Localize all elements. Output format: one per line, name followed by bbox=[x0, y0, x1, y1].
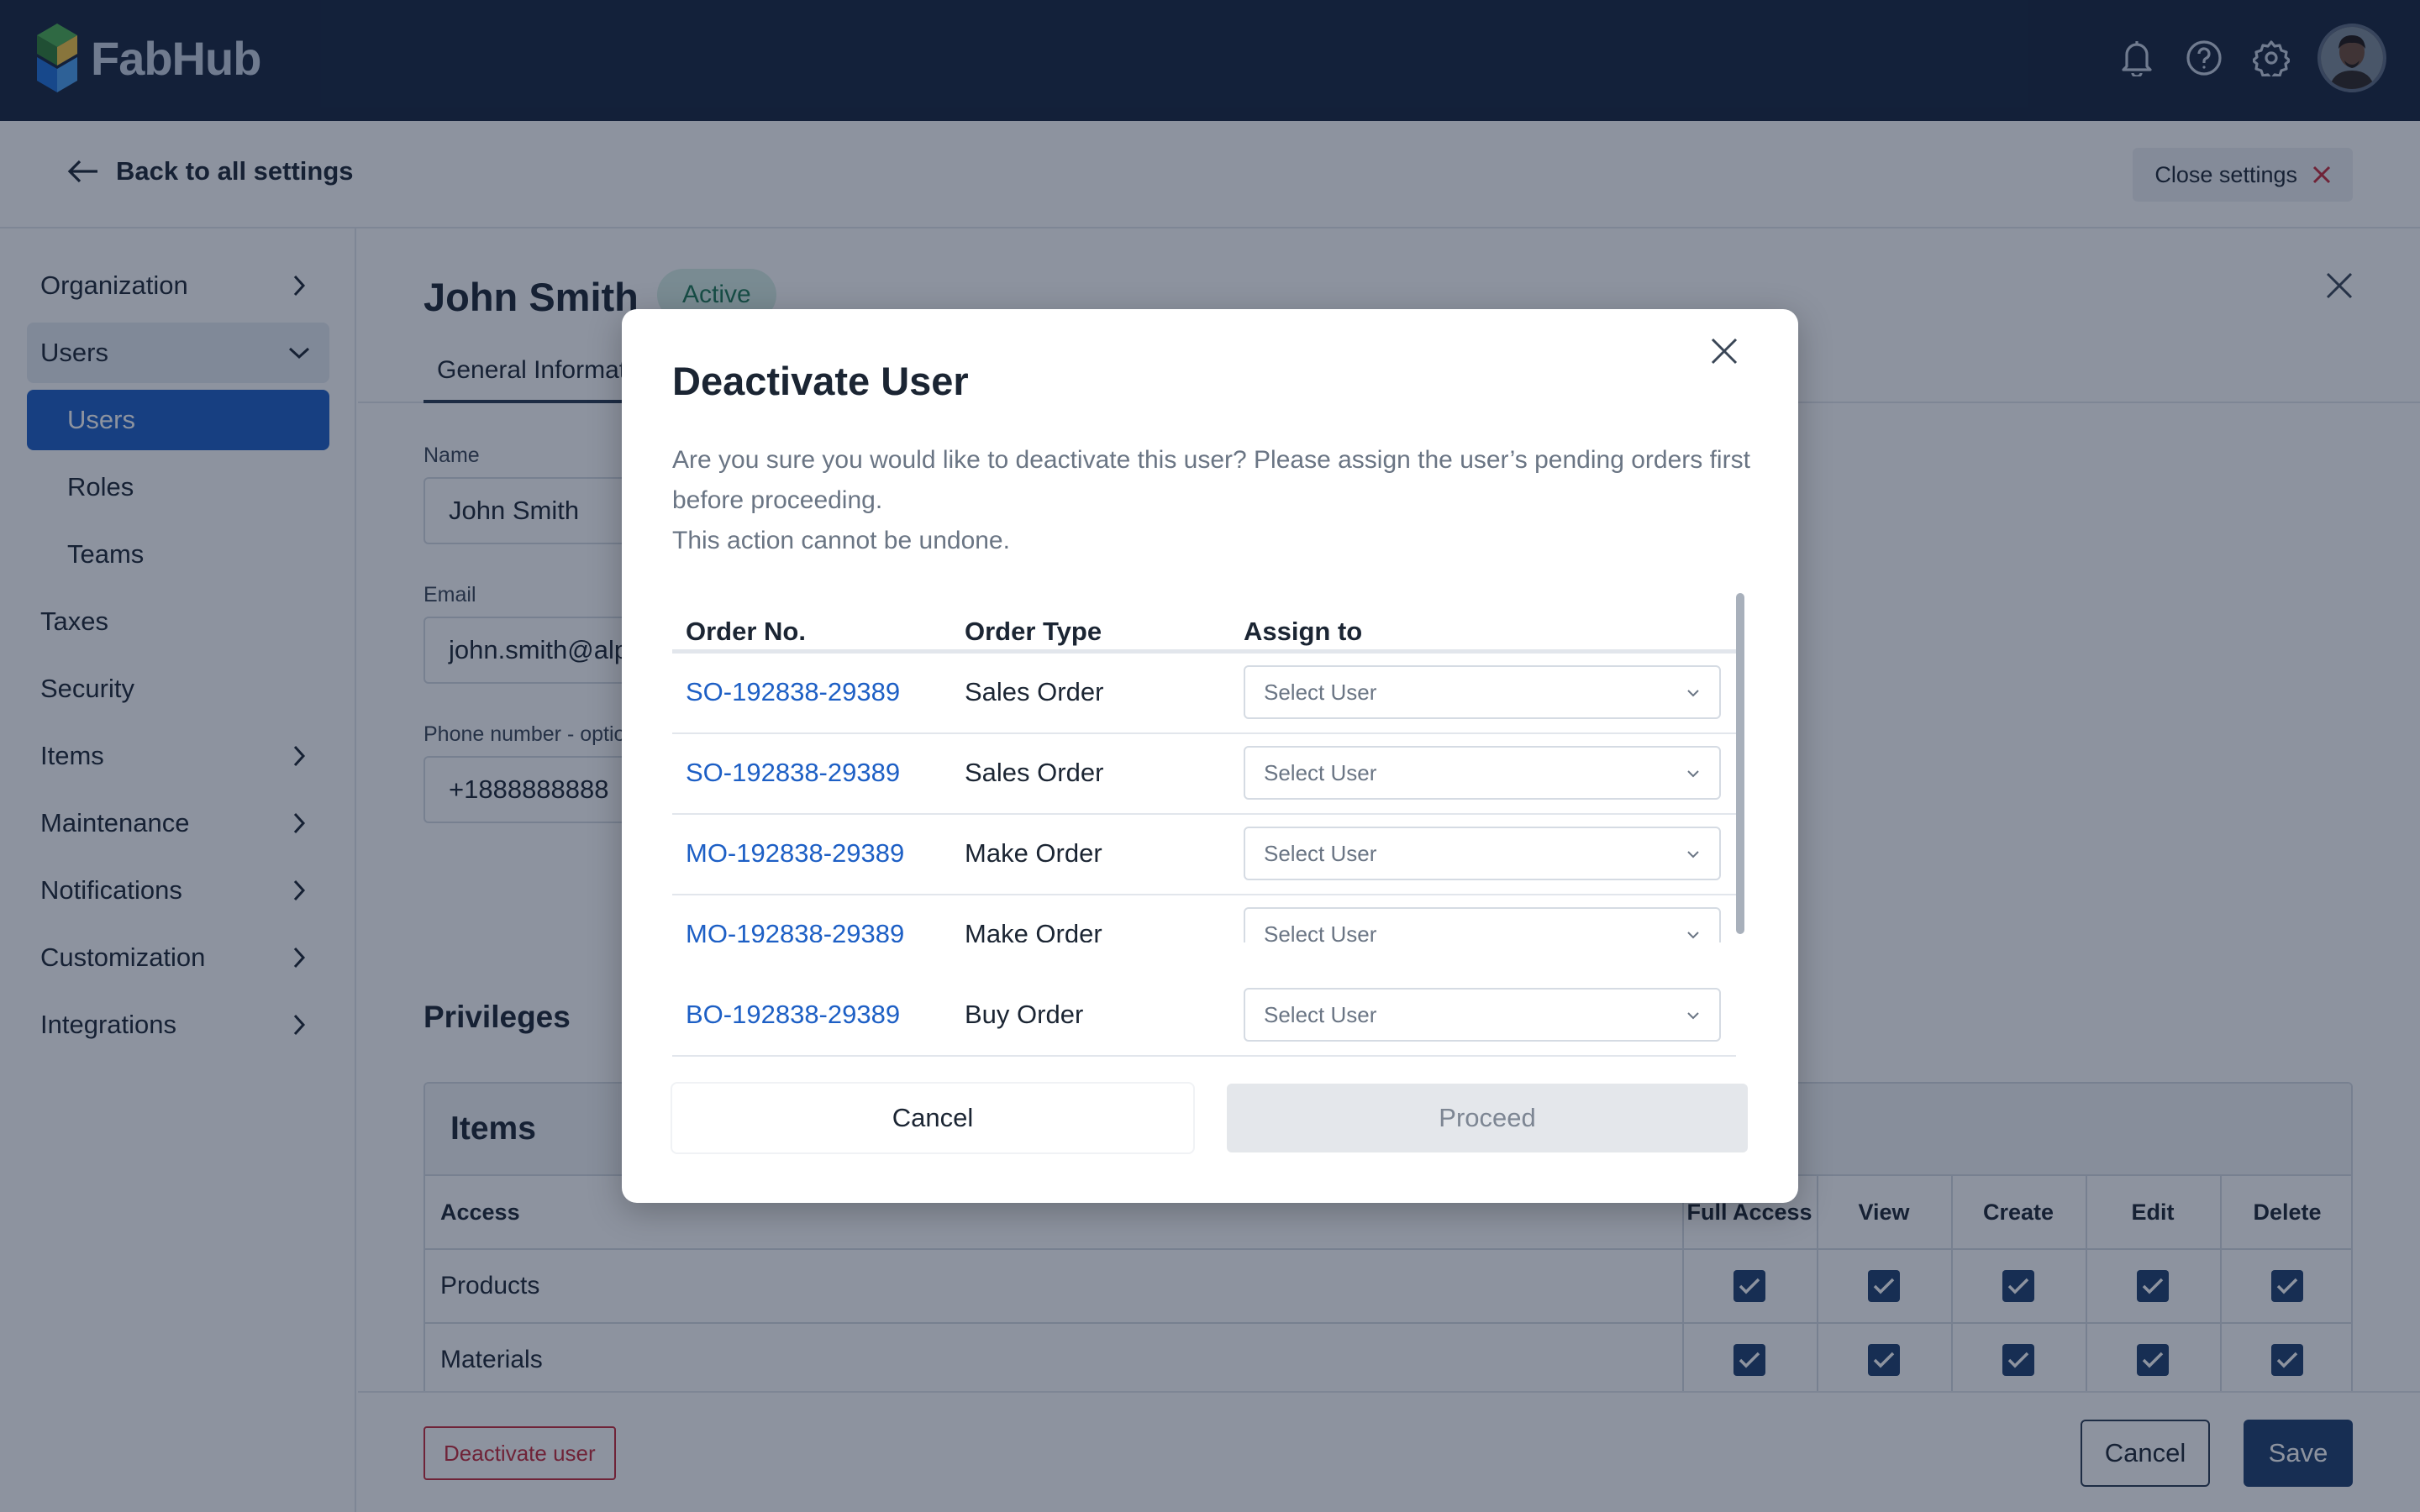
modal-description-text: Are you sure you would like to deactivat… bbox=[672, 446, 1750, 514]
close-icon[interactable] bbox=[1706, 333, 1743, 370]
chevron-down-icon bbox=[1687, 932, 1699, 939]
pending-orders-table: Order No. Order Type Assign to SO-192838… bbox=[672, 593, 1744, 942]
deactivate-user-modal: Deactivate User Are you sure you would l… bbox=[622, 309, 1798, 1203]
scrollbar[interactable] bbox=[1736, 593, 1744, 942]
modal-warning-text: This action cannot be undone. bbox=[672, 527, 1010, 554]
order-number-link[interactable]: MO-192838-29389 bbox=[686, 838, 904, 869]
select-placeholder: Select User bbox=[1264, 679, 1377, 705]
chevron-down-icon bbox=[1687, 690, 1699, 697]
select-placeholder: Select User bbox=[1264, 921, 1377, 943]
table-header: Order No. Order Type Assign to bbox=[672, 593, 1736, 654]
order-type: Make Order bbox=[965, 838, 1102, 868]
chevron-down-icon bbox=[1687, 770, 1699, 778]
order-number-link[interactable]: SO-192838-29389 bbox=[686, 758, 900, 788]
table-row: SO-192838-29389 Sales Order Select User bbox=[672, 734, 1736, 815]
select-placeholder: Select User bbox=[1264, 759, 1377, 785]
select-placeholder: Select User bbox=[1264, 840, 1377, 866]
table-row: MO-192838-29389 Make Order Select User bbox=[672, 815, 1736, 895]
assign-user-select[interactable]: Select User bbox=[1244, 746, 1721, 800]
order-type: Make Order bbox=[965, 919, 1102, 942]
header-order-type: Order Type bbox=[965, 617, 1102, 646]
chevron-down-icon bbox=[1687, 1012, 1699, 1020]
table-row: MO-192838-29389 Make Order Select User bbox=[672, 895, 1736, 942]
select-placeholder: Select User bbox=[1264, 1001, 1377, 1027]
assign-user-select[interactable]: Select User bbox=[1244, 988, 1721, 1042]
modal-cancel-button[interactable]: Cancel bbox=[672, 1084, 1193, 1152]
table-row: BO-192838-29389 Buy Order Select User bbox=[672, 976, 1736, 1057]
order-number-link[interactable]: BO-192838-29389 bbox=[686, 1000, 900, 1030]
header-assign-to: Assign to bbox=[1244, 617, 1363, 646]
chevron-down-icon bbox=[1687, 851, 1699, 858]
order-type: Buy Order bbox=[965, 1000, 1084, 1029]
order-type: Sales Order bbox=[965, 677, 1104, 706]
order-number-link[interactable]: SO-192838-29389 bbox=[686, 677, 900, 707]
assign-user-select[interactable]: Select User bbox=[1244, 665, 1721, 719]
scrollbar-thumb[interactable] bbox=[1736, 593, 1744, 934]
proceed-button[interactable]: Proceed bbox=[1227, 1084, 1748, 1152]
assign-user-select[interactable]: Select User bbox=[1244, 827, 1721, 880]
order-type: Sales Order bbox=[965, 758, 1104, 787]
modal-title: Deactivate User bbox=[672, 359, 969, 403]
table-row: SO-192838-29389 Sales Order Select User bbox=[672, 654, 1736, 734]
header-order-no: Order No. bbox=[686, 617, 806, 646]
assign-user-select[interactable]: Select User bbox=[1244, 907, 1721, 942]
order-number-link[interactable]: MO-192838-29389 bbox=[686, 919, 904, 942]
modal-description: Are you sure you would like to deactivat… bbox=[672, 440, 1756, 561]
